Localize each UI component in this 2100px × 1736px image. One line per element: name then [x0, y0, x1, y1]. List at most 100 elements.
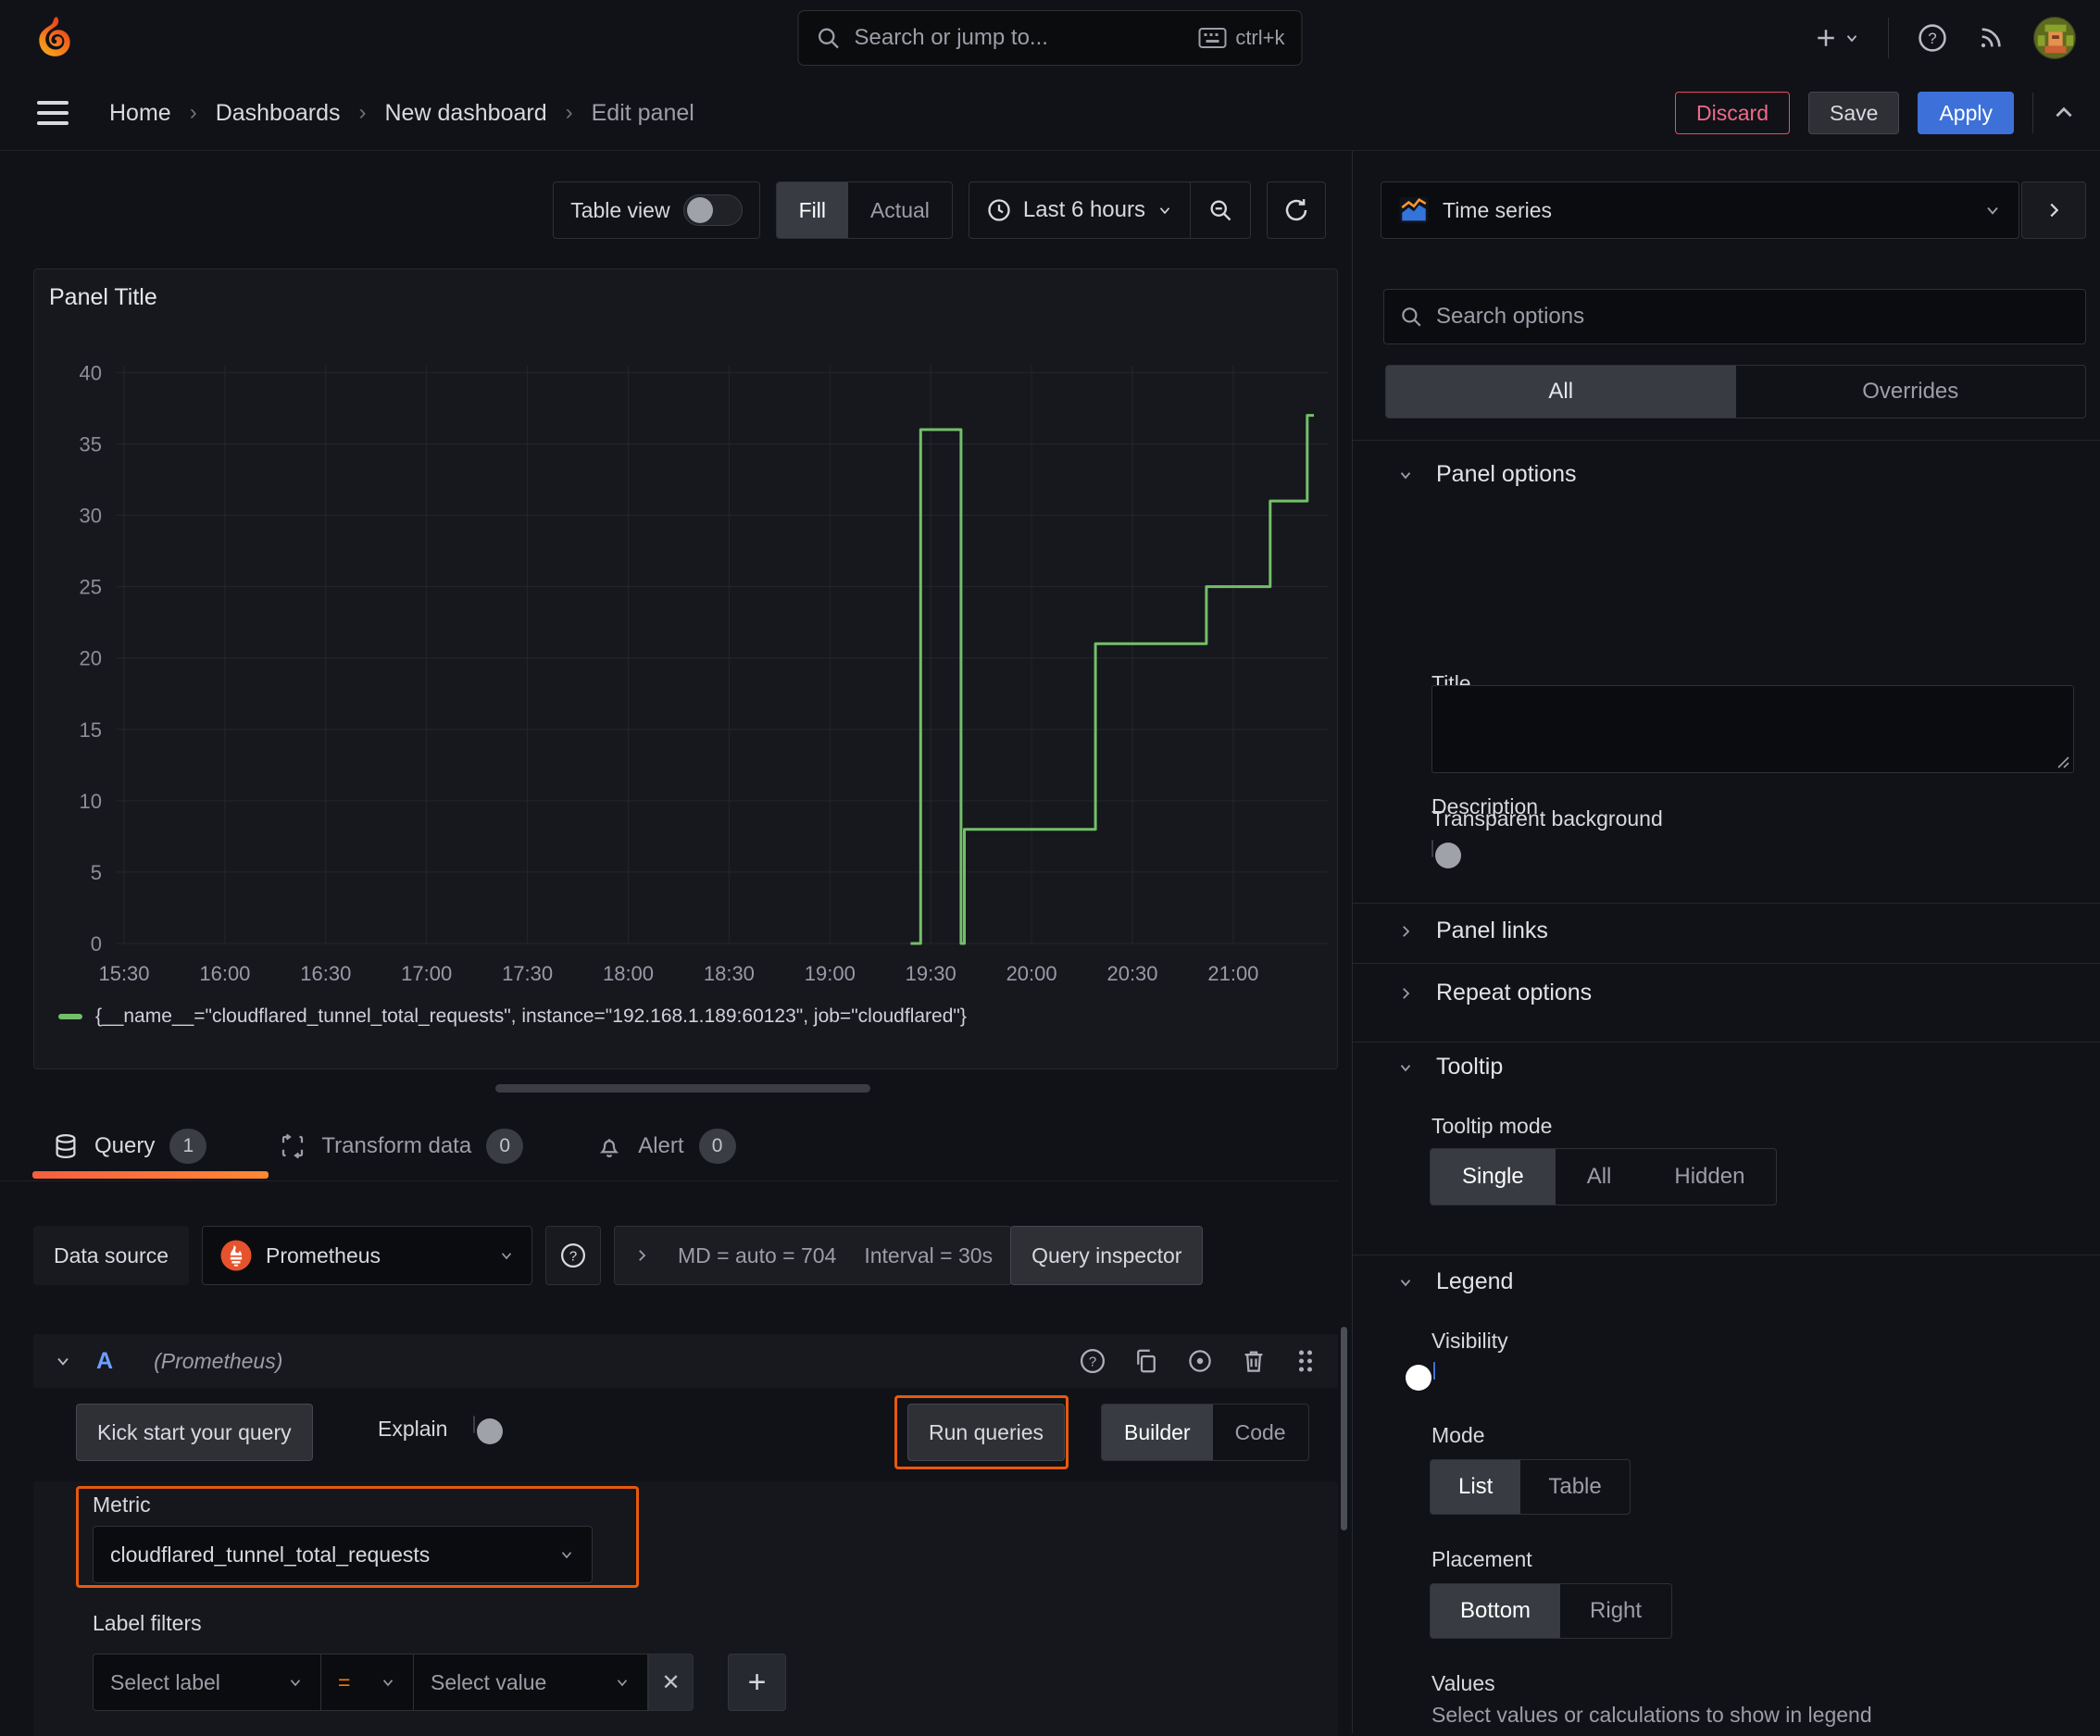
topnav-right-actions: ? [1812, 0, 2076, 76]
operator-dropdown[interactable]: = [321, 1654, 414, 1711]
discard-button[interactable]: Discard [1675, 92, 1790, 134]
svg-text:35: 35 [80, 432, 102, 456]
tooltip-all-option[interactable]: All [1556, 1149, 1644, 1205]
editor-tabs: Query 1 Transform data 0 Alert 0 [0, 1111, 1338, 1181]
tooltip-hidden-option[interactable]: Hidden [1643, 1149, 1776, 1205]
legend-visibility-toggle[interactable] [1433, 1362, 1435, 1380]
vertical-scrollbar[interactable] [1341, 1327, 1347, 1530]
breadcrumb-home[interactable]: Home [109, 100, 171, 127]
prometheus-icon [219, 1239, 253, 1272]
svg-text:15: 15 [80, 718, 102, 742]
tab-overrides[interactable]: Overrides [1736, 366, 2086, 418]
svg-text:16:00: 16:00 [199, 962, 250, 985]
run-queries-button[interactable]: Run queries [907, 1404, 1065, 1461]
select-label-dropdown[interactable]: Select label [93, 1654, 321, 1711]
svg-text:0: 0 [91, 932, 102, 955]
legend-label[interactable]: {__name__="cloudflared_tunnel_total_requ… [95, 1005, 967, 1028]
delete-query-icon[interactable] [1240, 1347, 1268, 1375]
actual-option[interactable]: Actual [848, 182, 952, 238]
options-filter-tabs: All Overrides [1385, 365, 2086, 418]
description-textarea[interactable] [1431, 685, 2074, 773]
active-tab-underline [32, 1171, 269, 1179]
fill-option[interactable]: Fill [777, 182, 848, 238]
legend-list-option[interactable]: List [1431, 1460, 1520, 1514]
chart-legend[interactable]: {__name__="cloudflared_tunnel_total_requ… [58, 1005, 967, 1028]
table-view-label: Table view [570, 198, 669, 223]
zoom-out-button[interactable] [1190, 182, 1250, 238]
builder-option[interactable]: Builder [1102, 1405, 1213, 1460]
transparent-bg-toggle[interactable] [1431, 840, 1433, 857]
news-button[interactable] [1976, 23, 2006, 53]
tab-alert[interactable]: Alert 0 [595, 1111, 735, 1180]
svg-text:20:30: 20:30 [1106, 962, 1157, 985]
breadcrumb-separator: › [566, 100, 573, 126]
toggle-query-visibility-icon[interactable] [1186, 1347, 1214, 1375]
datasource-picker[interactable]: Prometheus [202, 1226, 532, 1285]
breadcrumb-dashboards[interactable]: Dashboards [216, 100, 341, 127]
panel-links-header[interactable]: Panel links [1397, 918, 1548, 944]
legend-table-option[interactable]: Table [1520, 1460, 1629, 1514]
refresh-button[interactable] [1267, 181, 1326, 239]
breadcrumb: Home › Dashboards › New dashboard › Edit… [109, 100, 694, 127]
svg-text:21:00: 21:00 [1207, 962, 1258, 985]
explain-toggle[interactable] [473, 1416, 475, 1433]
panel-links-title: Panel links [1436, 918, 1548, 944]
chevron-down-icon [614, 1674, 631, 1691]
tab-transform[interactable]: Transform data 0 [279, 1111, 523, 1180]
placement-right-option[interactable]: Right [1560, 1584, 1671, 1638]
collapse-options-button[interactable] [2021, 181, 2086, 239]
chevron-down-icon [287, 1674, 304, 1691]
repeat-options-header[interactable]: Repeat options [1397, 980, 1592, 1006]
shortcut-hint: ctrl+k [1198, 26, 1284, 50]
preview-toolbar: Table view Fill Actual Last 6 hours [553, 181, 1326, 239]
metric-select[interactable]: cloudflared_tunnel_total_requests [93, 1526, 593, 1583]
panel-options-header[interactable]: Panel options [1397, 461, 1577, 488]
tab-query[interactable]: Query 1 [52, 1111, 206, 1180]
tab-all[interactable]: All [1386, 366, 1736, 418]
time-range-picker[interactable]: Last 6 hours [969, 182, 1190, 238]
chevron-down-icon [1397, 1059, 1414, 1076]
apply-button[interactable]: Apply [1918, 92, 2014, 134]
query-inspector-button[interactable]: Query inspector [1010, 1226, 1203, 1285]
query-options-summary[interactable]: MD = auto = 704 Interval = 30s [614, 1226, 1012, 1285]
query-help-icon[interactable]: ? [1079, 1347, 1106, 1375]
resize-handle-icon[interactable] [2055, 754, 2069, 768]
table-view-toggle[interactable] [683, 194, 743, 226]
zoom-out-icon [1207, 197, 1233, 223]
collapse-up-icon[interactable] [2052, 101, 2076, 125]
select-value-dropdown[interactable]: Select value [414, 1654, 648, 1711]
tooltip-mode-label: Tooltip mode [1431, 1114, 1552, 1139]
code-option[interactable]: Code [1213, 1405, 1308, 1460]
kick-start-button[interactable]: Kick start your query [76, 1404, 313, 1461]
breadcrumb-separator: › [190, 100, 197, 126]
help-button[interactable]: ? [1917, 22, 1948, 54]
search-options-input[interactable]: Search options [1383, 289, 2086, 344]
duplicate-query-icon[interactable] [1132, 1347, 1160, 1375]
drag-handle-icon[interactable] [1294, 1347, 1318, 1375]
menu-toggle-button[interactable] [37, 101, 69, 125]
tooltip-header[interactable]: Tooltip [1397, 1054, 1503, 1080]
legend-header[interactable]: Legend [1397, 1268, 1513, 1295]
help-icon: ? [559, 1242, 587, 1269]
max-data-points: MD = auto = 704 [678, 1243, 836, 1268]
pane-splitter-handle[interactable] [495, 1084, 870, 1093]
query-a-header[interactable]: A (Prometheus) ? [33, 1334, 1338, 1388]
tab-alert-label: Alert [638, 1133, 683, 1159]
add-menu-button[interactable] [1812, 24, 1860, 52]
save-button[interactable]: Save [1808, 92, 1899, 134]
time-series-chart[interactable]: 051015202530354015:3016:0016:3017:0017:3… [34, 269, 1339, 1070]
breadcrumb-new-dashboard[interactable]: New dashboard [385, 100, 547, 127]
placement-bottom-option[interactable]: Bottom [1431, 1584, 1560, 1638]
panel-preview[interactable]: Panel Title 051015202530354015:3016:0016… [33, 269, 1338, 1069]
chevron-down-icon[interactable] [54, 1352, 72, 1370]
tooltip-single-option[interactable]: Single [1431, 1149, 1556, 1205]
visibility-label: Visibility [1431, 1329, 1508, 1354]
global-search-input[interactable]: Search or jump to... ctrl+k [798, 10, 1303, 66]
grafana-logo-icon[interactable] [31, 15, 78, 61]
add-filter-button[interactable]: + [728, 1654, 786, 1711]
transform-icon [279, 1132, 306, 1160]
remove-filter-button[interactable]: ✕ [648, 1654, 694, 1711]
user-avatar[interactable] [2033, 17, 2076, 59]
visualization-picker[interactable]: Time series [1381, 181, 2019, 239]
datasource-help-button[interactable]: ? [545, 1226, 601, 1285]
